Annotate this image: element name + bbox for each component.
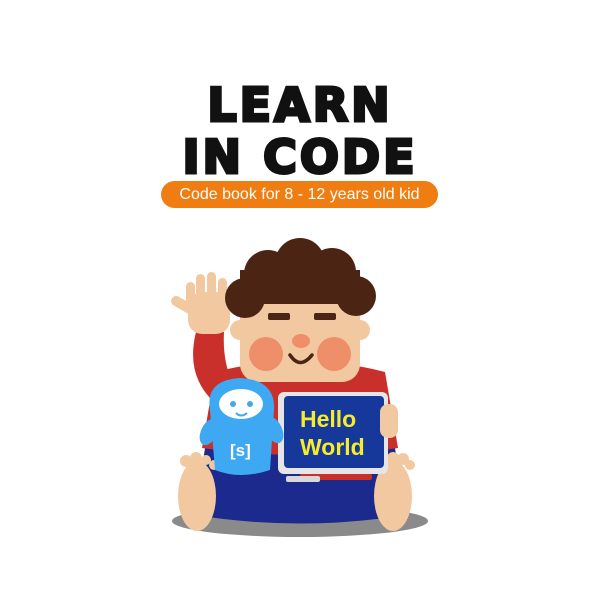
tablet-text-line-1: Hello [300, 406, 356, 432]
tablet-text-line-2: World [300, 434, 365, 460]
nose [292, 334, 310, 348]
left-cheek [249, 337, 283, 371]
right-cheek [317, 337, 351, 371]
left-eyebrow [268, 313, 290, 320]
right-eyebrow [314, 313, 336, 320]
kid-illustration: Hello World [s] [171, 238, 428, 537]
mascot-badge: [s] [230, 441, 251, 460]
tablet: Hello World [278, 392, 388, 482]
waving-hand [171, 272, 230, 334]
right-hand [380, 404, 398, 438]
